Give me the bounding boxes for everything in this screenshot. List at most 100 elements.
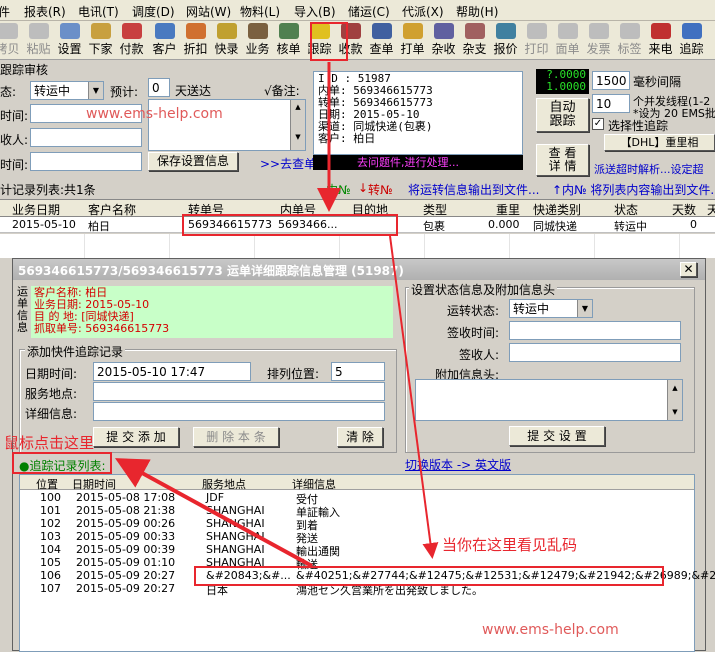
switch-version-link[interactable]: 切换版本 -> 英文版 [405, 456, 511, 473]
days-input[interactable] [148, 78, 170, 97]
threads-input[interactable] [592, 94, 630, 113]
list-item[interactable]: 101 2015-05-08 21:38 SHANGHAI 单証輸入 [20, 504, 694, 519]
toolbar-button-next[interactable]: 下家 [85, 22, 116, 58]
col-category[interactable]: 快递类别 [533, 201, 581, 218]
date-time-input[interactable] [93, 362, 251, 381]
toolbar-button-invoice[interactable]: 发票 [583, 22, 614, 58]
record-pos: 106 [40, 569, 61, 582]
print-icon [526, 23, 547, 39]
toolbar-button-discount[interactable]: 折扣 [180, 22, 211, 58]
list-status-bar: 计记录列表:共1条 内№ ↓ 转№ 将运转信息输出到文件... ↑内№ 将列表内… [0, 180, 715, 199]
record-time: 2015-05-08 21:38 [76, 504, 176, 517]
export-transfer-link[interactable]: 将运转信息输出到文件... [408, 181, 539, 198]
list-col-detail[interactable]: 详细信息 [292, 476, 336, 492]
ship-status-select[interactable]: 转运中 ▼ [509, 299, 593, 318]
toolbar-button-settings[interactable]: 设置 [54, 22, 85, 58]
extra-header-textarea[interactable]: ▲ ▼ [415, 379, 683, 421]
menu-item-import[interactable]: 导入(B) [294, 3, 336, 20]
record-pos: 103 [40, 530, 61, 543]
toolbar-button-misc-expense[interactable]: 杂支 [459, 22, 490, 58]
toolbar-button-copy[interactable]: 拷贝 [0, 22, 23, 58]
order-position-input[interactable] [331, 362, 385, 381]
auto-track-button[interactable]: 自动 跟踪 [536, 98, 589, 132]
menu-item-help[interactable]: 帮助(H) [456, 3, 498, 20]
time2-input[interactable] [30, 152, 142, 171]
submit-settings-button[interactable]: 提 交 设 置 [509, 426, 605, 446]
timeout-link[interactable]: 派送超时解析...设定超 [594, 161, 704, 177]
list-item[interactable]: 103 2015-05-09 00:33 SHANGHAI 発送 [20, 530, 694, 545]
col-extra[interactable]: 天 [707, 201, 715, 218]
menu-item-dispatch[interactable]: 调度(D) [132, 3, 175, 20]
interval-input[interactable] [592, 71, 630, 90]
list-item[interactable]: 104 2015-05-09 00:39 SHANGHAI 輸出通関 [20, 543, 694, 558]
order-info-box: I D : 51987 内单: 569346615773 转单: 5693466… [313, 71, 523, 155]
quote-icon [495, 23, 516, 39]
annotation-box-list-title [12, 452, 112, 474]
select-track-checkbox[interactable]: ✓ [592, 118, 604, 130]
menu-item-website[interactable]: 网站(W) [186, 3, 231, 20]
toolbar-label: 下家 [88, 42, 113, 56]
list-col-time[interactable]: 日期时间 [72, 476, 116, 492]
save-settings-button[interactable]: 保存设置信息 [148, 152, 238, 171]
list-col-place[interactable]: 服务地点 [202, 476, 246, 492]
time-label: 时间: [0, 109, 29, 123]
toolbar-button-print[interactable]: 打印 [521, 22, 552, 58]
menu-item-telecom[interactable]: 电讯(T) [78, 3, 119, 20]
col-date[interactable]: 业务日期 [12, 201, 60, 218]
toolbar-button-quick-entry[interactable]: 快录 [211, 22, 242, 58]
extra-scrollbar[interactable]: ▲ ▼ [667, 380, 682, 420]
row-customer: 柏日 [88, 220, 110, 233]
toolbar-button-payment[interactable]: 付款 [116, 22, 147, 58]
col-weight[interactable]: 重里 [496, 201, 520, 218]
toolbar-button-waybill[interactable]: 面单 [552, 22, 583, 58]
toolbar-button-paste[interactable]: 粘贴 [23, 22, 54, 58]
delete-record-button[interactable]: 删 除 本 条 [193, 427, 279, 447]
col-customer[interactable]: 客户名称 [88, 201, 136, 218]
inner-no-toggle[interactable]: 内№ [326, 181, 350, 198]
watermark-top: www.ems-help.com [86, 106, 223, 122]
list-col-pos[interactable]: 位置 [36, 476, 58, 492]
clear-button[interactable]: 清 除 [337, 427, 383, 447]
time2-label: 时间: [0, 158, 29, 172]
toolbar-label: 打印 [524, 42, 549, 56]
list-item[interactable]: 100 2015-05-08 17:08 JDF 受付 [20, 491, 694, 506]
toolbar-button-label[interactable]: 标签 [614, 22, 645, 58]
record-time: 2015-05-09 20:27 [76, 569, 176, 582]
toolbar-button-business[interactable]: 业务 [242, 22, 273, 58]
menu-item-report[interactable]: 报表(R) [24, 3, 66, 20]
remark-scrollbar[interactable]: ▲ ▼ [290, 100, 305, 150]
signer-input[interactable] [509, 343, 681, 362]
estimate-label: 预计: [110, 85, 139, 99]
sign-time-input[interactable] [509, 321, 681, 340]
toolbar-button-phone[interactable]: 来电 [645, 22, 676, 58]
status-select[interactable]: 转运中 ▼ [30, 81, 104, 100]
toolbar-button-customer[interactable]: 客户 [149, 22, 180, 58]
service-place-input[interactable] [93, 382, 385, 401]
toolbar-button-print-order[interactable]: 打单 [397, 22, 428, 58]
transfer-no-toggle[interactable]: 转№ [368, 181, 392, 198]
toolbar-button-search-order[interactable]: 查单 [366, 22, 397, 58]
detail-info-input[interactable] [93, 402, 385, 421]
view-details-button[interactable]: 查 看 详 情 [536, 144, 589, 176]
col-type[interactable]: 类型 [423, 201, 447, 218]
toolbar-button-verify[interactable]: 核单 [273, 22, 304, 58]
toolbar-button-misc-income[interactable]: 杂收 [428, 22, 459, 58]
col-status[interactable]: 状态 [614, 201, 638, 218]
toolbar-button-trace[interactable]: 追踪 [676, 22, 707, 58]
toolbar-button-quote[interactable]: 报价 [490, 22, 521, 58]
toolbar-label: 面单 [555, 42, 580, 56]
list-item[interactable]: 102 2015-05-09 00:26 SHANGHAI 到着 [20, 517, 694, 532]
invoice-icon [588, 23, 609, 39]
goto-order-link[interactable]: >>去查单 [260, 155, 316, 172]
toolbar-label: 核单 [276, 42, 301, 56]
col-days[interactable]: 天数 [672, 201, 696, 218]
toolbar: 拷贝 粘贴 设置 下家 付款 客户 折扣 快录 业务 核单 跟踪 收款 查单 打单 杂收 杂支 报价 打印 面单 发票… [0, 21, 715, 60]
menu-item-material[interactable]: 物料(L) [240, 3, 280, 20]
menu-item-agent[interactable]: 代派(X) [402, 3, 444, 20]
menu-item-storage[interactable]: 储运(C) [348, 3, 390, 20]
dhl-button[interactable]: 【DHL】重里相 [604, 134, 715, 151]
export-list-link[interactable]: ↑内№ 将列表内容输出到文件... [552, 181, 715, 198]
receiver-input[interactable] [30, 128, 142, 147]
submit-add-button[interactable]: 提 交 添 加 [93, 427, 179, 447]
close-icon[interactable]: ✕ [680, 262, 697, 277]
